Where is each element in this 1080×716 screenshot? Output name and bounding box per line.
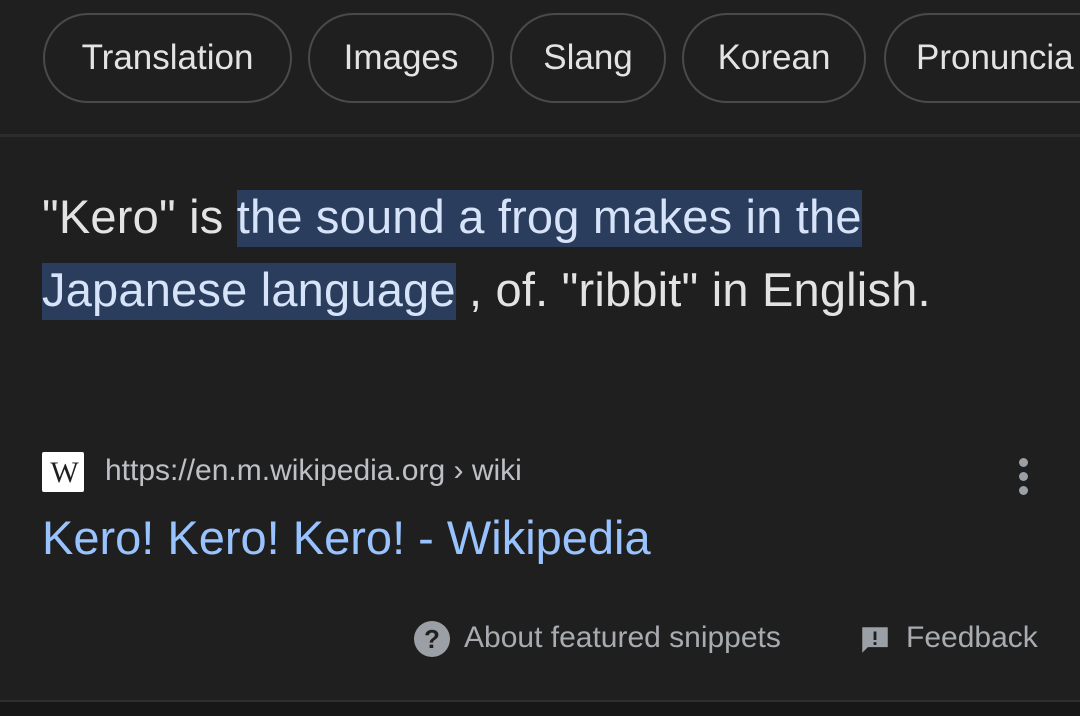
source-domain: https://en.m.wikipedia.org: [105, 454, 446, 487]
more-vert-icon[interactable]: [1010, 456, 1038, 498]
wikipedia-w-icon: W: [42, 452, 84, 492]
chip-label: Korean: [717, 38, 831, 77]
chip-label: Images: [343, 38, 459, 77]
chip-slang[interactable]: Slang: [510, 13, 666, 103]
snippet-footer: ? About featured snippets Feedback: [0, 615, 1080, 665]
snippet-suffix: , of. "ribbit" in English.: [455, 263, 931, 316]
chip-images[interactable]: Images: [308, 13, 494, 103]
source-row: W https://en.m.wikipedia.org › wiki: [42, 450, 1042, 495]
filter-chips-bar: Translation Images Slang Korean Pronunci…: [0, 0, 1080, 137]
source-url[interactable]: https://en.m.wikipedia.org › wiki: [105, 454, 522, 488]
chip-label: Slang: [543, 38, 633, 77]
about-label: About featured snippets: [464, 621, 781, 654]
more-dot: [1019, 458, 1028, 467]
chip-translation[interactable]: Translation: [43, 13, 292, 103]
more-dot: [1019, 472, 1028, 481]
result-title-link[interactable]: Kero! Kero! Kero! - Wikipedia: [42, 510, 651, 565]
chip-label: Translation: [81, 38, 254, 77]
feedback-label: Feedback: [906, 621, 1038, 654]
chip-korean[interactable]: Korean: [682, 13, 866, 103]
featured-snippet-text: "Kero" is the sound a frog makes in the …: [42, 180, 1042, 326]
help-circle-icon: ?: [414, 621, 450, 657]
more-dot: [1019, 486, 1028, 495]
chip-label: Pronuncia: [916, 38, 1074, 77]
chip-pronunciation[interactable]: Pronuncia: [884, 13, 1080, 103]
feedback-icon: [862, 627, 888, 653]
snippet-prefix: "Kero" is: [42, 190, 237, 243]
source-breadcrumb: › wiki: [445, 454, 522, 487]
